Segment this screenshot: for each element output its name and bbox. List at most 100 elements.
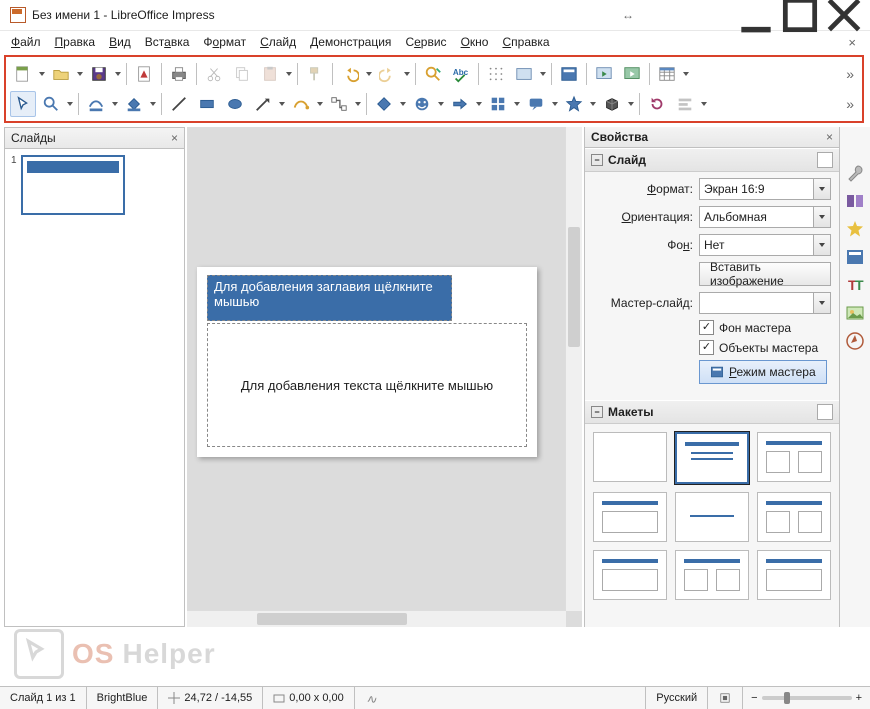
find-replace-icon[interactable]: [420, 61, 446, 87]
insert-table-dropdown[interactable]: [682, 62, 690, 86]
slide[interactable]: Для добавления заглавия щёлкните мышью Д…: [197, 267, 537, 457]
layout-title-2content[interactable]: [757, 432, 831, 482]
layout-title-content[interactable]: [675, 432, 749, 484]
fill-color-icon[interactable]: [121, 91, 147, 117]
close-button[interactable]: [822, 0, 866, 30]
layout-b[interactable]: [675, 550, 749, 600]
start-from-first-icon[interactable]: [591, 61, 617, 87]
flowchart-icon[interactable]: [485, 91, 511, 117]
stars-icon[interactable]: [561, 91, 587, 117]
display-views-icon[interactable]: [511, 61, 537, 87]
sidebar-animation-icon[interactable]: [845, 219, 865, 239]
properties-panel-close-icon[interactable]: ×: [826, 130, 833, 144]
rectangle-tool-icon[interactable]: [194, 91, 220, 117]
menu-window[interactable]: Окно: [454, 33, 496, 51]
stars-dropdown[interactable]: [589, 92, 597, 116]
layout-blank[interactable]: [593, 432, 667, 482]
status-signature[interactable]: [355, 687, 647, 709]
sidebar-properties-icon[interactable]: [845, 163, 865, 183]
close-document-button[interactable]: ×: [838, 33, 866, 52]
menu-file[interactable]: Файл: [4, 33, 48, 51]
spellcheck-icon[interactable]: Abc: [448, 61, 474, 87]
paste-dropdown[interactable]: [285, 62, 293, 86]
menu-insert[interactable]: Вставка: [138, 33, 197, 51]
ellipse-tool-icon[interactable]: [222, 91, 248, 117]
status-fit-page-icon[interactable]: [708, 687, 743, 709]
connector-tool-icon[interactable]: [326, 91, 352, 117]
sidebar-master-slides-icon[interactable]: [845, 247, 865, 267]
select-tool-icon[interactable]: [10, 91, 36, 117]
layout-centered-text[interactable]: [675, 492, 749, 542]
zoom-pan-dropdown[interactable]: [66, 92, 74, 116]
menu-slide[interactable]: Слайд: [253, 33, 303, 51]
master-background-checkbox[interactable]: ✓Фон мастера: [699, 320, 831, 335]
open-dropdown[interactable]: [76, 62, 84, 86]
basic-shapes-dropdown[interactable]: [399, 92, 407, 116]
undo-dropdown[interactable]: [365, 62, 373, 86]
zoom-in-icon[interactable]: +: [856, 692, 862, 704]
arrow-line-icon[interactable]: [250, 91, 276, 117]
zoom-pan-icon[interactable]: [38, 91, 64, 117]
callouts-icon[interactable]: [523, 91, 549, 117]
line-color-icon[interactable]: [83, 91, 109, 117]
menu-edit[interactable]: Правка: [48, 33, 103, 51]
copy-icon[interactable]: [229, 61, 255, 87]
sidebar-gallery-icon[interactable]: [845, 303, 865, 323]
insert-image-button[interactable]: Вставить изображение: [699, 262, 831, 286]
minimize-button[interactable]: [734, 0, 778, 30]
content-placeholder[interactable]: Для добавления текста щёлкните мышью: [207, 323, 527, 447]
menu-view[interactable]: Вид: [102, 33, 138, 51]
orientation-select[interactable]: Альбомная: [699, 206, 831, 228]
layout-a[interactable]: [593, 550, 667, 600]
master-slide-select[interactable]: [699, 292, 831, 314]
fill-color-dropdown[interactable]: [149, 92, 157, 116]
insert-table-icon[interactable]: [654, 61, 680, 87]
display-views-dropdown[interactable]: [539, 62, 547, 86]
format-select[interactable]: Экран 16:9: [699, 178, 831, 200]
slides-panel-close-icon[interactable]: ×: [171, 131, 178, 145]
basic-shapes-icon[interactable]: [371, 91, 397, 117]
block-arrows-dropdown[interactable]: [475, 92, 483, 116]
start-from-current-icon[interactable]: [619, 61, 645, 87]
toolbar-overflow-1[interactable]: [842, 66, 858, 82]
redo-dropdown[interactable]: [403, 62, 411, 86]
section-layouts-more-icon[interactable]: [817, 404, 833, 420]
save-dropdown[interactable]: [114, 62, 122, 86]
display-grid-icon[interactable]: [483, 61, 509, 87]
connector-tool-dropdown[interactable]: [354, 92, 362, 116]
align-objects-dropdown[interactable]: [700, 92, 708, 116]
3d-objects-dropdown[interactable]: [627, 92, 635, 116]
layout-title-2content-b[interactable]: [757, 492, 831, 542]
title-placeholder[interactable]: Для добавления заглавия щёлкните мышью: [207, 275, 452, 321]
menu-help[interactable]: Справка: [495, 33, 556, 51]
cut-icon[interactable]: [201, 61, 227, 87]
section-layouts-header[interactable]: − Макеты: [585, 400, 839, 424]
block-arrows-icon[interactable]: [447, 91, 473, 117]
curve-tool-icon[interactable]: [288, 91, 314, 117]
master-slide-icon[interactable]: [556, 61, 582, 87]
line-color-dropdown[interactable]: [111, 92, 119, 116]
background-select[interactable]: Нет: [699, 234, 831, 256]
zoom-slider[interactable]: − +: [743, 692, 870, 704]
export-pdf-icon[interactable]: [131, 61, 157, 87]
slide-thumbnail-1[interactable]: 1: [11, 155, 178, 215]
3d-objects-icon[interactable]: [599, 91, 625, 117]
clone-formatting-icon[interactable]: [302, 61, 328, 87]
symbol-shapes-icon[interactable]: [409, 91, 435, 117]
horizontal-scrollbar[interactable]: [187, 610, 566, 627]
menu-slideshow[interactable]: Демонстрация: [303, 33, 398, 51]
maximize-button[interactable]: [778, 0, 822, 30]
section-slide-header[interactable]: − Слайд: [585, 148, 839, 172]
rotate-icon[interactable]: [644, 91, 670, 117]
symbol-shapes-dropdown[interactable]: [437, 92, 445, 116]
curve-tool-dropdown[interactable]: [316, 92, 324, 116]
menu-tools[interactable]: Сервис: [398, 33, 453, 51]
toolbar-overflow-2[interactable]: [842, 96, 858, 112]
callouts-dropdown[interactable]: [551, 92, 559, 116]
arrow-line-dropdown[interactable]: [278, 92, 286, 116]
new-document-icon[interactable]: [10, 61, 36, 87]
paste-icon[interactable]: [257, 61, 283, 87]
align-objects-icon[interactable]: [672, 91, 698, 117]
sidebar-styles-icon[interactable]: TT: [845, 275, 865, 295]
zoom-out-icon[interactable]: −: [751, 692, 757, 704]
